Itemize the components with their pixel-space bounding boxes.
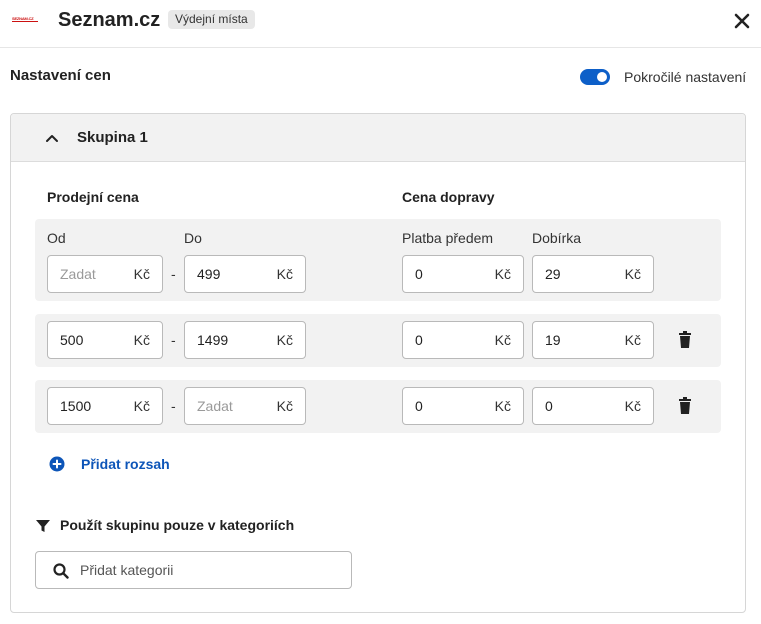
input-value: 0 — [415, 332, 423, 348]
close-button[interactable] — [730, 9, 754, 33]
cod-price-input[interactable]: 29 Kč — [532, 255, 654, 293]
input-value: 0 — [415, 398, 423, 414]
prepay-price-input[interactable]: 0 Kč — [402, 321, 524, 359]
input-value: 1500 — [60, 398, 92, 414]
currency-unit: Kč — [133, 398, 150, 414]
currency-unit: Kč — [624, 266, 641, 282]
toggle-label: Pokročilé nastavení — [624, 69, 747, 85]
currency-unit: Kč — [276, 266, 293, 282]
currency-unit: Kč — [276, 398, 293, 414]
from-label: Od — [47, 230, 66, 246]
plus-circle-icon — [49, 456, 65, 472]
currency-unit: Kč — [133, 332, 150, 348]
input-value: 499 — [197, 266, 221, 282]
input-placeholder: Zadat — [197, 398, 233, 414]
price-to-input[interactable]: Zadat Kč — [184, 387, 306, 425]
prepay-price-input[interactable]: 0 Kč — [402, 255, 524, 293]
status-badge: Výdejní místa — [168, 10, 255, 29]
group-header[interactable]: Skupina 1 — [11, 114, 745, 162]
group-title: Skupina 1 — [77, 129, 148, 146]
advanced-settings-toggle[interactable] — [580, 69, 610, 85]
price-from-input[interactable]: 1500 Kč — [47, 387, 163, 425]
input-value: 1499 — [197, 332, 229, 348]
cod-price-input[interactable]: 0 Kč — [532, 387, 654, 425]
cod-price-input[interactable]: 19 Kč — [532, 321, 654, 359]
currency-unit: Kč — [494, 332, 511, 348]
cod-label: Dobírka — [532, 230, 582, 246]
input-value: 19 — [545, 332, 561, 348]
trash-icon — [679, 331, 691, 348]
currency-unit: Kč — [276, 332, 293, 348]
section-title: Nastavení cen — [10, 67, 111, 84]
input-value: 0 — [545, 398, 553, 414]
price-from-input[interactable]: 500 Kč — [47, 321, 163, 359]
range-separator: - — [171, 332, 176, 348]
shipping-price-heading: Cena dopravy — [402, 189, 495, 205]
input-placeholder: Zadat — [60, 266, 96, 282]
price-range-row: 500 Kč - 1499 Kč 0 Kč 19 Kč — [35, 314, 721, 367]
prepay-price-input[interactable]: 0 Kč — [402, 387, 524, 425]
sale-price-heading: Prodejní cena — [47, 189, 139, 205]
price-range-row: 1500 Kč - Zadat Kč 0 Kč 0 Kč — [35, 380, 721, 433]
price-to-input[interactable]: 1499 Kč — [184, 321, 306, 359]
price-range-row: Od Do Platba předem Dobírka Zadat Kč - 4… — [35, 219, 721, 301]
group-panel: Skupina 1 Prodejní cena Cena dopravy Od … — [10, 113, 746, 613]
currency-unit: Kč — [624, 332, 641, 348]
add-range-label: Přidat rozsah — [81, 456, 170, 472]
modal-header: SEZNAM.CZ Seznam.cz Výdejní místa — [0, 0, 761, 48]
input-value: 29 — [545, 266, 561, 282]
logo-underline — [12, 21, 38, 22]
category-filter-label: Použít skupinu pouze v kategoriích — [60, 517, 295, 533]
filter-icon — [36, 520, 50, 532]
category-search-input[interactable]: Přidat kategorii — [35, 551, 352, 589]
input-value: 500 — [60, 332, 84, 348]
price-to-input[interactable]: 499 Kč — [184, 255, 306, 293]
delete-range-button[interactable] — [677, 331, 693, 349]
page-title: Seznam.cz — [58, 9, 161, 31]
prepay-label: Platba předem — [402, 230, 494, 246]
chevron-up-icon — [46, 135, 58, 142]
price-from-input[interactable]: Zadat Kč — [47, 255, 163, 293]
currency-unit: Kč — [133, 266, 150, 282]
delete-range-button[interactable] — [677, 397, 693, 415]
currency-unit: Kč — [494, 266, 511, 282]
input-value: 0 — [415, 266, 423, 282]
range-separator: - — [171, 266, 176, 282]
currency-unit: Kč — [494, 398, 511, 414]
close-icon — [734, 13, 750, 29]
trash-icon — [679, 397, 691, 414]
search-placeholder: Přidat kategorii — [80, 562, 174, 578]
toggle-knob — [597, 72, 607, 82]
to-label: Do — [184, 230, 202, 246]
range-separator: - — [171, 398, 176, 414]
search-icon — [53, 563, 69, 579]
currency-unit: Kč — [624, 398, 641, 414]
